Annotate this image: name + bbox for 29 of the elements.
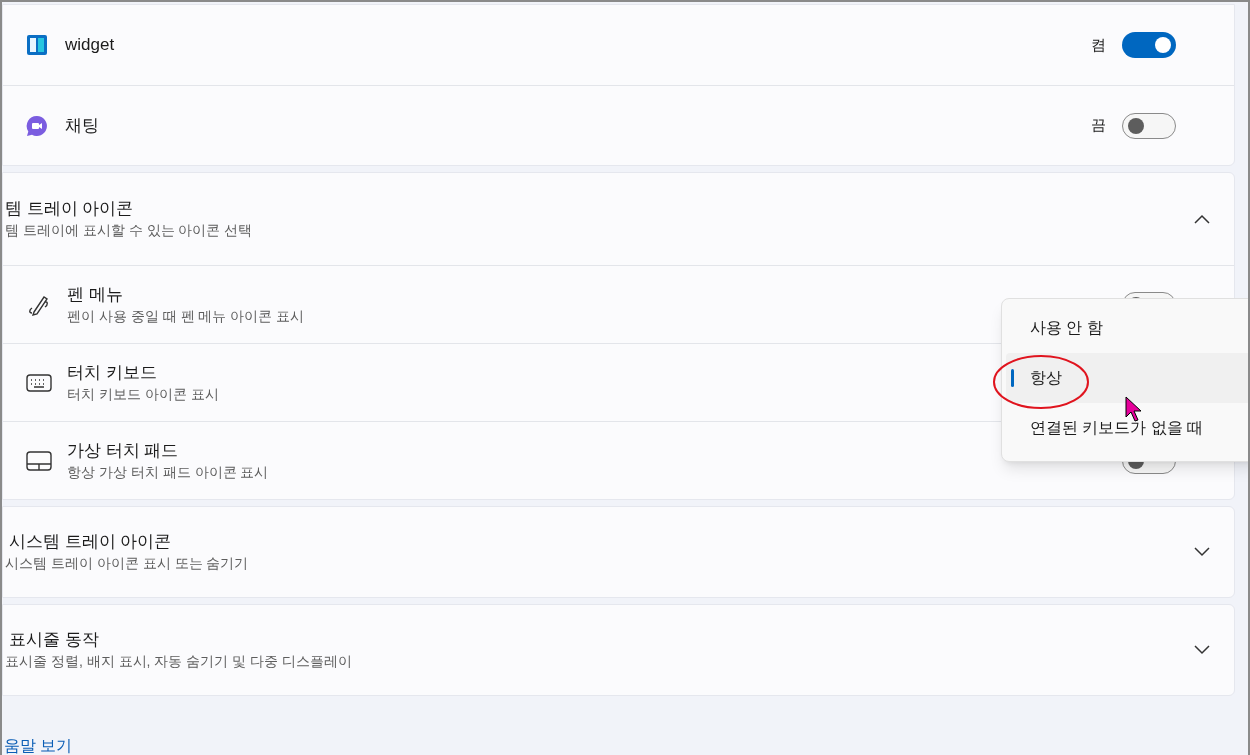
widget-icon xyxy=(26,34,48,56)
toggle-switch[interactable] xyxy=(1122,32,1176,58)
setting-description: 항상 가상 터치 패드 아이콘 표시 xyxy=(67,462,269,482)
setting-label: 펜 메뉴 xyxy=(67,283,124,306)
dropdown-option[interactable]: 항상 xyxy=(1006,353,1248,403)
toggle-state-text: 끔 xyxy=(1091,115,1106,136)
section-subtitle: 표시줄 정렬, 배지 표시, 자동 숨기기 및 다중 디스플레이 xyxy=(5,652,352,671)
keyboard-icon xyxy=(26,372,52,393)
dropdown-option[interactable]: 연결된 키보드가 없을 때 xyxy=(1006,403,1248,453)
setting-label: 가상 터치 패드 xyxy=(67,439,180,462)
touchpad-icon xyxy=(26,449,52,472)
toggle-state-text: 켬 xyxy=(1091,34,1106,55)
section-title: 템 트레이 아이콘 xyxy=(5,198,135,220)
chat-icon xyxy=(26,114,48,137)
toggle-switch[interactable] xyxy=(1122,112,1176,139)
setting-label: 채팅 xyxy=(65,114,99,137)
setting-label: 터치 키보드 xyxy=(67,361,158,384)
setting-description: 펜이 사용 중일 때 펜 메뉴 아이콘 표시 xyxy=(67,306,305,326)
setting-label: widget xyxy=(65,34,115,57)
section-title: 표시줄 동작 xyxy=(8,629,100,651)
dropdown-option[interactable]: 사용 안 함 xyxy=(1006,303,1248,353)
chevron-down-icon[interactable] xyxy=(1194,547,1210,557)
setting-description: 터치 키보드 아이콘 표시 xyxy=(67,384,219,404)
chevron-down-icon[interactable] xyxy=(1194,645,1210,655)
chevron-up-icon[interactable] xyxy=(1194,214,1210,224)
section-subtitle: 시스템 트레이 아이콘 표시 또는 숨기기 xyxy=(5,554,249,573)
section-title: 시스템 트레이 아이콘 xyxy=(8,531,173,553)
help-link[interactable]: 움말 보기 xyxy=(4,737,73,754)
section-subtitle: 템 트레이에 표시할 수 있는 아이콘 선택 xyxy=(5,221,253,240)
